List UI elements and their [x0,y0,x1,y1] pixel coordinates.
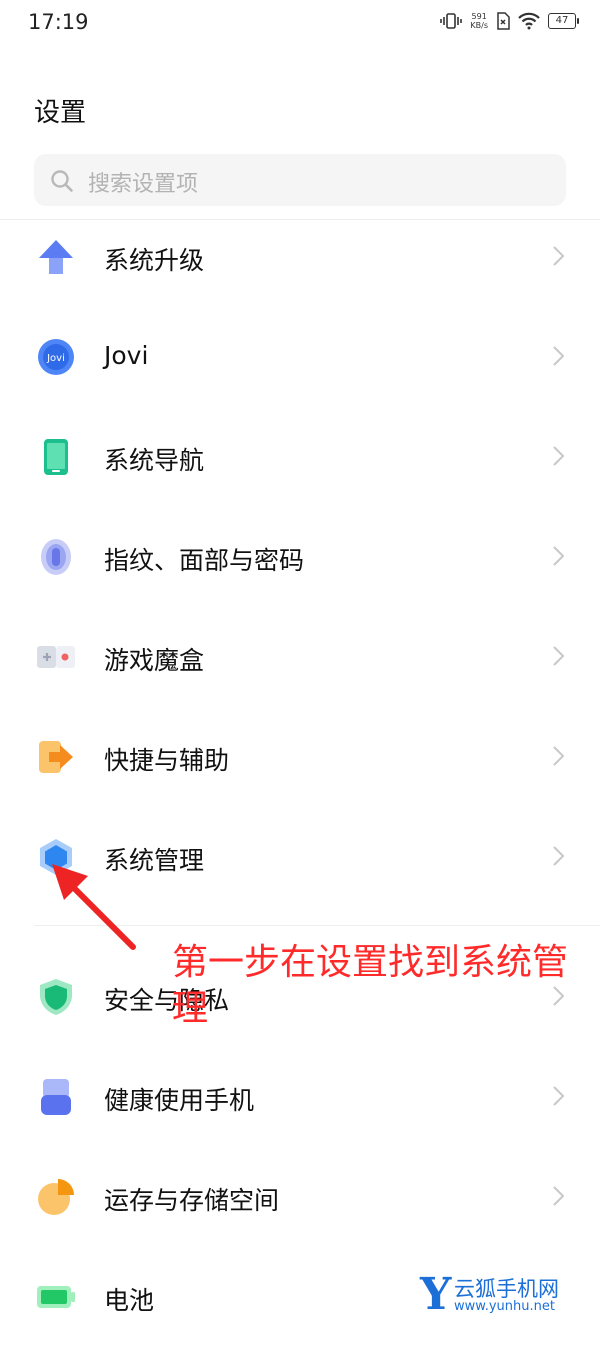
chevron-right-icon [553,1086,565,1106]
game-controller-icon [37,646,75,668]
battery-indicator: 47 [548,13,579,29]
settings-item-label: 指纹、面部与密码 [104,546,305,575]
upgrade-arrow-icon [39,240,73,274]
chevron-right-icon [553,546,565,566]
status-icons: 591 KB/s 47 [440,12,579,30]
settings-item-system-management[interactable]: 系统管理 [0,807,600,907]
watermark-url: www.yunhu.net [454,1299,555,1314]
settings-item-label: 系统管理 [104,846,205,875]
hourglass-icon [41,1079,71,1115]
settings-item-label: 系统升级 [104,246,205,275]
settings-item-system-upgrade[interactable]: 系统升级 [0,207,600,307]
divider [34,925,600,926]
watermark-logo: Y 云狐手机网 www.yunhu.net [420,1271,586,1321]
vibrate-icon [440,13,463,29]
settings-item-label: 游戏魔盒 [104,646,205,675]
svg-text:Jovi: Jovi [46,353,65,364]
chevron-right-icon [553,346,565,366]
network-speed: 591 KB/s [470,12,488,30]
search-input[interactable]: 搜索设置项 [34,154,566,206]
hexagon-icon [40,839,72,875]
settings-item-fingerprint-face-password[interactable]: 指纹、面部与密码 [0,507,600,607]
annotation-text: 第一步在设置找到系统管理 [172,942,569,1029]
wifi-icon [518,12,540,30]
chevron-right-icon [553,746,565,766]
no-sim-icon [497,12,510,30]
battery-icon [37,1286,75,1308]
chevron-right-icon [553,246,565,266]
settings-item-memory-storage[interactable]: 运存与存储空间 [0,1147,600,1247]
settings-item-healthy-phone-use[interactable]: 健康使用手机 [0,1047,600,1147]
chevron-right-icon [553,846,565,866]
watermark-letter: Y [420,1269,452,1320]
chevron-right-icon [553,1186,565,1206]
shortcut-arrow-icon [39,741,73,773]
status-bar: 17:19 591 KB/s 47 [0,0,600,46]
settings-item-label: 运存与存储空间 [104,1186,280,1215]
shield-icon [40,979,72,1015]
status-time: 17:19 [28,10,89,34]
chevron-right-icon [553,646,565,666]
phone-navigation-icon [44,439,68,475]
settings-item-label: 系统导航 [104,446,205,475]
settings-item-label: 快捷与辅助 [104,746,230,775]
jovi-icon: Jovi [38,339,74,375]
settings-item-system-navigation[interactable]: 系统导航 [0,407,600,507]
chevron-right-icon [553,446,565,466]
settings-item-label: 健康使用手机 [104,1086,255,1115]
settings-item-jovi[interactable]: Jovi Jovi [0,307,600,407]
settings-item-game-box[interactable]: 游戏魔盒 [0,607,600,707]
pie-chart-icon [38,1179,74,1215]
search-placeholder: 搜索设置项 [88,172,199,197]
settings-item-label: 电池 [104,1286,155,1315]
settings-item-shortcuts-accessibility[interactable]: 快捷与辅助 [0,707,600,807]
settings-item-label: Jovi [104,341,149,370]
fingerprint-icon [41,539,71,575]
search-icon [51,170,73,192]
page-title: 设置 [34,98,87,128]
